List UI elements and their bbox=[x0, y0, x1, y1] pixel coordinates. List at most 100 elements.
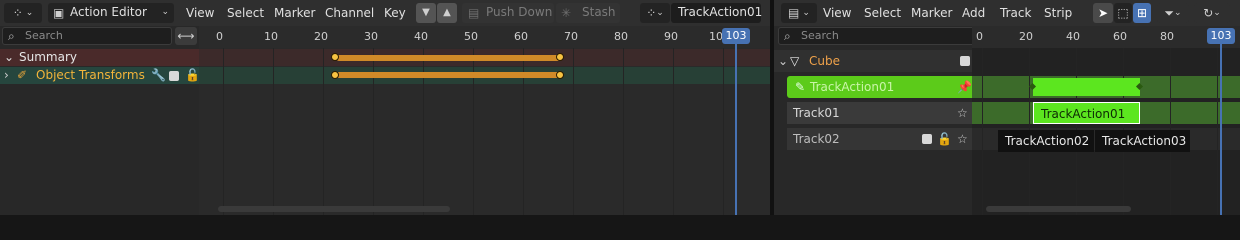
strip-trackaction03[interactable]: TrackAction03 bbox=[1095, 130, 1190, 152]
grid-line bbox=[673, 48, 674, 215]
select-cursor-button[interactable]: ➤ bbox=[1093, 3, 1113, 23]
strip-trackaction01[interactable]: TrackAction01 bbox=[1033, 102, 1140, 124]
nla-search-input[interactable]: ⌕ Search bbox=[778, 27, 975, 45]
frame-ruler[interactable] bbox=[199, 26, 770, 48]
grid-line bbox=[573, 48, 574, 215]
lock-icon[interactable]: 🔓 bbox=[185, 67, 200, 83]
ruler-tick: 80 bbox=[614, 30, 628, 43]
double-arrow-icon: ⟷ bbox=[177, 29, 195, 43]
snapping-dropdown[interactable]: ↻ ⌄ bbox=[1194, 3, 1230, 23]
grid-line bbox=[623, 48, 624, 215]
transforms-keyframe-end[interactable] bbox=[556, 71, 564, 79]
grid-line bbox=[223, 48, 224, 215]
object-transforms-row[interactable]: › ✐ Object Transforms 🔧 🔓 bbox=[0, 67, 200, 84]
tweak-button[interactable]: ⊞ bbox=[1133, 3, 1151, 23]
playhead-line[interactable] bbox=[735, 44, 737, 215]
menu-key[interactable]: Key bbox=[384, 5, 406, 21]
action-track-label: TrackAction01 bbox=[810, 80, 895, 94]
nla-frame-ruler[interactable] bbox=[972, 26, 1240, 48]
menu-marker[interactable]: Marker bbox=[274, 5, 315, 21]
track02-row[interactable]: Track02 🔓 ☆ bbox=[787, 128, 972, 150]
nla-editor-type-dropdown[interactable]: ▤ ⌄ bbox=[781, 3, 817, 23]
sync-visibility-button[interactable]: ⟷ bbox=[175, 27, 197, 45]
object-transforms-label: Object Transforms bbox=[36, 68, 145, 82]
grid-line bbox=[273, 48, 274, 215]
ruler-tick: 90 bbox=[664, 30, 678, 43]
search-icon: ⌕ bbox=[784, 29, 791, 43]
ruler-tick: 60 bbox=[514, 30, 528, 43]
star-icon[interactable]: ☆ bbox=[957, 105, 968, 121]
lock-icon[interactable]: 🔓 bbox=[937, 131, 952, 147]
mesh-triangle-icon: ▽ bbox=[790, 54, 800, 68]
ruler-tick: 10 bbox=[264, 30, 278, 43]
strip-trackaction02[interactable]: TrackAction02 bbox=[998, 130, 1094, 152]
nla-menu-track[interactable]: Track bbox=[1000, 5, 1031, 21]
action-icon: ✎ bbox=[795, 80, 806, 94]
action-range-strip[interactable] bbox=[1028, 78, 1144, 96]
search-icon: ⌕ bbox=[8, 29, 15, 43]
chevron-down-icon: ⌄ bbox=[656, 8, 664, 18]
filter-dropdown[interactable]: ⏷ ⌄ bbox=[1157, 3, 1189, 23]
ruler-tick: 0 bbox=[216, 30, 223, 43]
nla-menu-strip[interactable]: Strip bbox=[1044, 5, 1072, 21]
wrench-icon[interactable]: 🔧 bbox=[151, 67, 166, 83]
track01-row[interactable]: Track01 ☆ bbox=[787, 102, 972, 124]
nla-menu-select[interactable]: Select bbox=[864, 5, 901, 21]
nla-ruler-tick: 0 bbox=[976, 30, 983, 43]
grid-line bbox=[723, 48, 724, 215]
cube-checkbox[interactable] bbox=[960, 56, 970, 66]
vertical-scrollbar[interactable] bbox=[763, 50, 769, 200]
star-icon[interactable]: ☆ bbox=[957, 131, 968, 147]
box-select-button[interactable]: ⬚ bbox=[1114, 3, 1132, 23]
transforms-keyframe-start[interactable] bbox=[331, 71, 339, 79]
nla-ruler-tick: 40 bbox=[1066, 30, 1080, 43]
push-down-label: Push Down bbox=[486, 5, 553, 19]
mute-checkbox[interactable] bbox=[169, 71, 179, 81]
push-down-button[interactable]: ▤ Push Down bbox=[462, 3, 554, 23]
pin-icon[interactable]: 📌 bbox=[957, 79, 972, 95]
summary-keyframe-start[interactable] bbox=[331, 53, 339, 61]
stash-icon: ✳ bbox=[561, 6, 572, 20]
menu-select[interactable]: Select bbox=[227, 5, 264, 21]
move-down-button[interactable]: ▼ bbox=[416, 3, 436, 23]
action-browse-button[interactable]: ⁘ ⌄ bbox=[640, 3, 670, 23]
cube-label: Cube bbox=[809, 54, 840, 68]
channel-search-input[interactable]: ⌕ Search bbox=[2, 27, 172, 45]
ruler-tick: 30 bbox=[364, 30, 378, 43]
nla-menu-view[interactable]: View bbox=[823, 5, 851, 21]
summary-row[interactable]: ⌄ Summary bbox=[0, 49, 199, 66]
nla-menu-marker[interactable]: Marker bbox=[911, 5, 952, 21]
menu-channel[interactable]: Channel bbox=[325, 5, 374, 21]
nla-ruler-tick: 60 bbox=[1113, 30, 1127, 43]
horizontal-scrollbar[interactable] bbox=[218, 206, 450, 212]
mode-dropdown[interactable]: ▣ Action Editor ⌄ bbox=[48, 3, 174, 23]
funnel-icon: ⏷ bbox=[1164, 6, 1175, 20]
move-up-button[interactable]: ▲ bbox=[437, 3, 457, 23]
summary-keyframe-end[interactable] bbox=[556, 53, 564, 61]
transforms-hold-bar bbox=[336, 72, 561, 78]
nla-grid-line bbox=[982, 48, 983, 215]
track02-mute-checkbox[interactable] bbox=[922, 134, 932, 144]
cube-object-row[interactable]: ⌄ ▽ Cube bbox=[774, 50, 972, 72]
playhead-frame-label[interactable]: 103 bbox=[722, 28, 750, 44]
menu-view[interactable]: View bbox=[186, 5, 214, 21]
action-track-row[interactable]: ✎ TrackAction01 📌 bbox=[787, 76, 972, 98]
nla-horizontal-scrollbar[interactable] bbox=[986, 206, 1131, 212]
nla-playhead-line[interactable] bbox=[1220, 44, 1222, 215]
nla-menu-add[interactable]: Add bbox=[962, 5, 985, 21]
summary-label: Summary bbox=[19, 50, 77, 64]
dopesheet-editor-icon: ⁘ bbox=[12, 6, 23, 20]
action-editor-icon: ▣ bbox=[53, 6, 65, 20]
chevron-down-icon: ⌄ bbox=[1174, 8, 1182, 18]
action-name-field[interactable]: TrackAction01 bbox=[671, 3, 762, 23]
chevron-down-icon: ⌄ bbox=[802, 8, 810, 18]
nla-grid-line bbox=[1217, 48, 1218, 215]
expand-down-icon: ⌄ bbox=[778, 54, 789, 68]
stash-label: Stash bbox=[582, 5, 616, 19]
editor-type-dropdown[interactable]: ⁘ ⌄ bbox=[4, 3, 42, 23]
nla-playhead-frame-label[interactable]: 103 bbox=[1207, 28, 1235, 44]
snap-magnet-icon: ↻ bbox=[1203, 6, 1214, 20]
stash-button[interactable]: ✳ Stash bbox=[556, 3, 620, 23]
snap-grid-icon: ⊞ bbox=[1136, 6, 1148, 20]
ruler-tick: 70 bbox=[564, 30, 578, 43]
